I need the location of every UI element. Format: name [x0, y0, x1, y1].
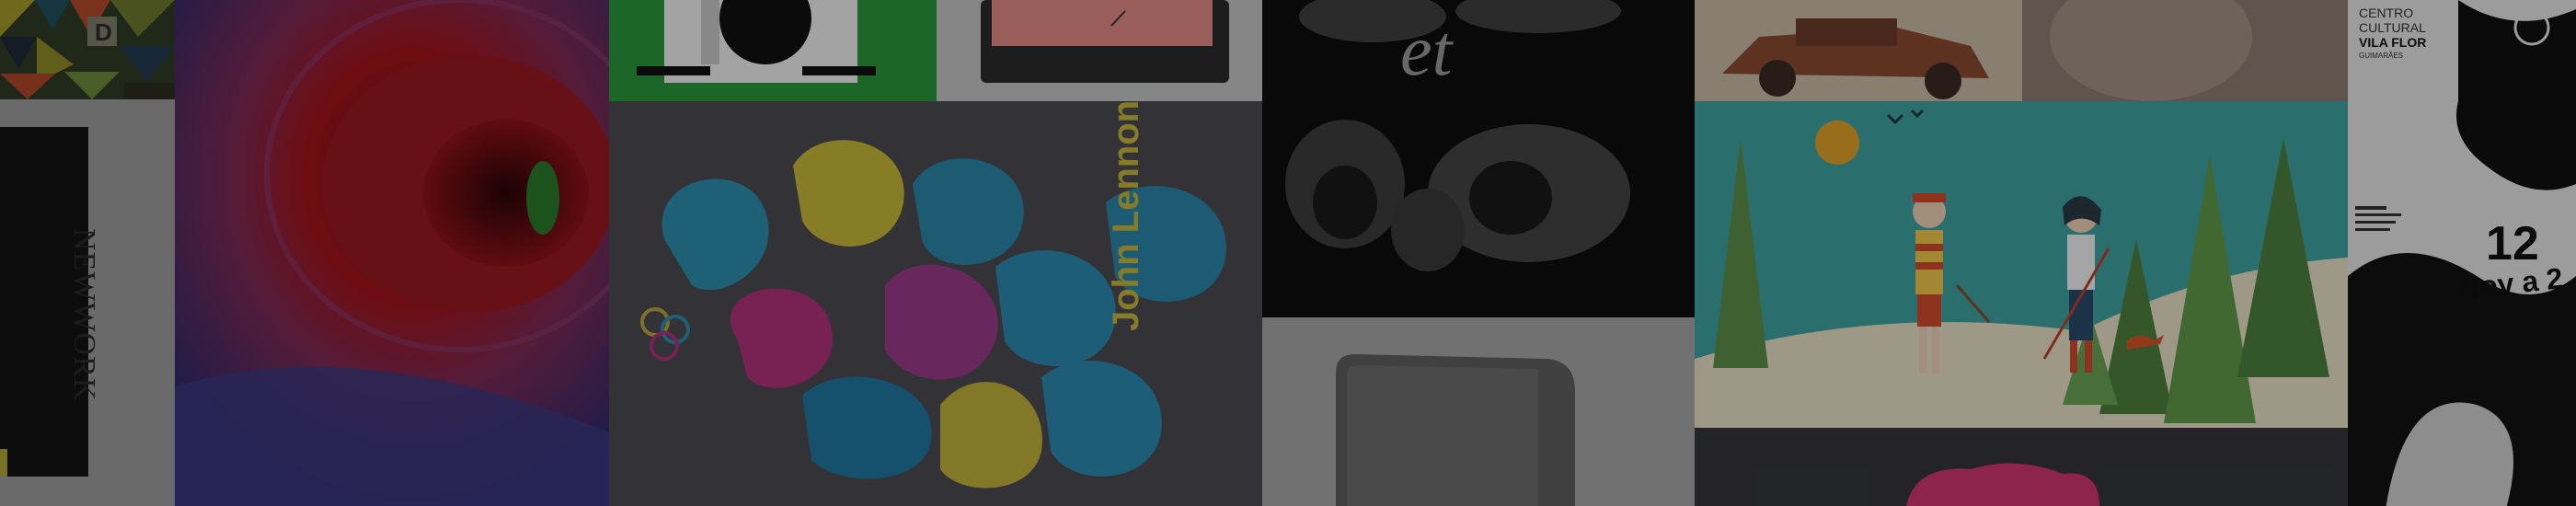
vila-flor-poster-tile[interactable]: CENTRO CULTURAL VILA FLOR GUIMARÃES 12 N…	[2348, 0, 2576, 506]
hikers-illustration-tile[interactable]	[1695, 101, 2348, 428]
grey-chair-graphic	[1262, 317, 1695, 506]
pink-object-graphic	[1695, 428, 2348, 506]
vintage-car-graphic	[1695, 0, 2022, 101]
all-you-need-is-love-tile[interactable]: John Lennon	[609, 101, 1262, 506]
red-tunnel-graphic	[175, 0, 609, 506]
vila-flor-line-4: GUIMARÃES	[2359, 52, 2404, 60]
newwork-magazine-tile[interactable]: NEWWORK	[0, 99, 175, 506]
vila-flor-poster-graphic	[2348, 0, 2576, 506]
vila-flor-line-1: CENTRO	[2359, 6, 2414, 20]
geometric-pattern-graphic: D	[0, 0, 175, 99]
pink-object-tile[interactable]	[1695, 428, 2348, 506]
geometric-pattern-tile[interactable]: D	[0, 0, 175, 99]
pink-device-tile[interactable]	[937, 0, 1262, 101]
skin-closeup-tile[interactable]	[2022, 0, 2348, 101]
vila-flor-line-2: CULTURAL	[2359, 20, 2426, 35]
hikers-illustration-graphic	[1695, 101, 2348, 428]
green-poster-graphic	[609, 0, 937, 101]
pink-device-graphic	[937, 0, 1262, 101]
vila-flor-line-3: VILA FLOR	[2359, 35, 2427, 50]
green-poster-tile[interactable]	[609, 0, 937, 101]
svg-text:D: D	[95, 18, 112, 46]
vintage-car-tile[interactable]	[1695, 0, 2022, 101]
grey-chair-tile[interactable]	[1262, 317, 1695, 506]
newwork-title: NEWWORK	[67, 228, 101, 402]
vila-flor-date-big: 12	[2486, 217, 2539, 270]
skin-closeup-graphic	[2022, 0, 2348, 101]
john-lennon-text: John Lennon	[1106, 101, 1146, 331]
hairy-typography-graphic	[1262, 0, 1695, 317]
portfolio-mosaic: D NEWWORK John Lennon et CENTRO CULTURAL…	[0, 0, 2576, 506]
magazine-accent-strip	[0, 449, 7, 477]
hairy-typography-tile[interactable]: et	[1262, 0, 1695, 317]
red-tunnel-tile[interactable]	[175, 0, 609, 506]
et-lettering: et	[1400, 10, 1453, 90]
all-you-need-is-love-graphic	[609, 101, 1262, 506]
